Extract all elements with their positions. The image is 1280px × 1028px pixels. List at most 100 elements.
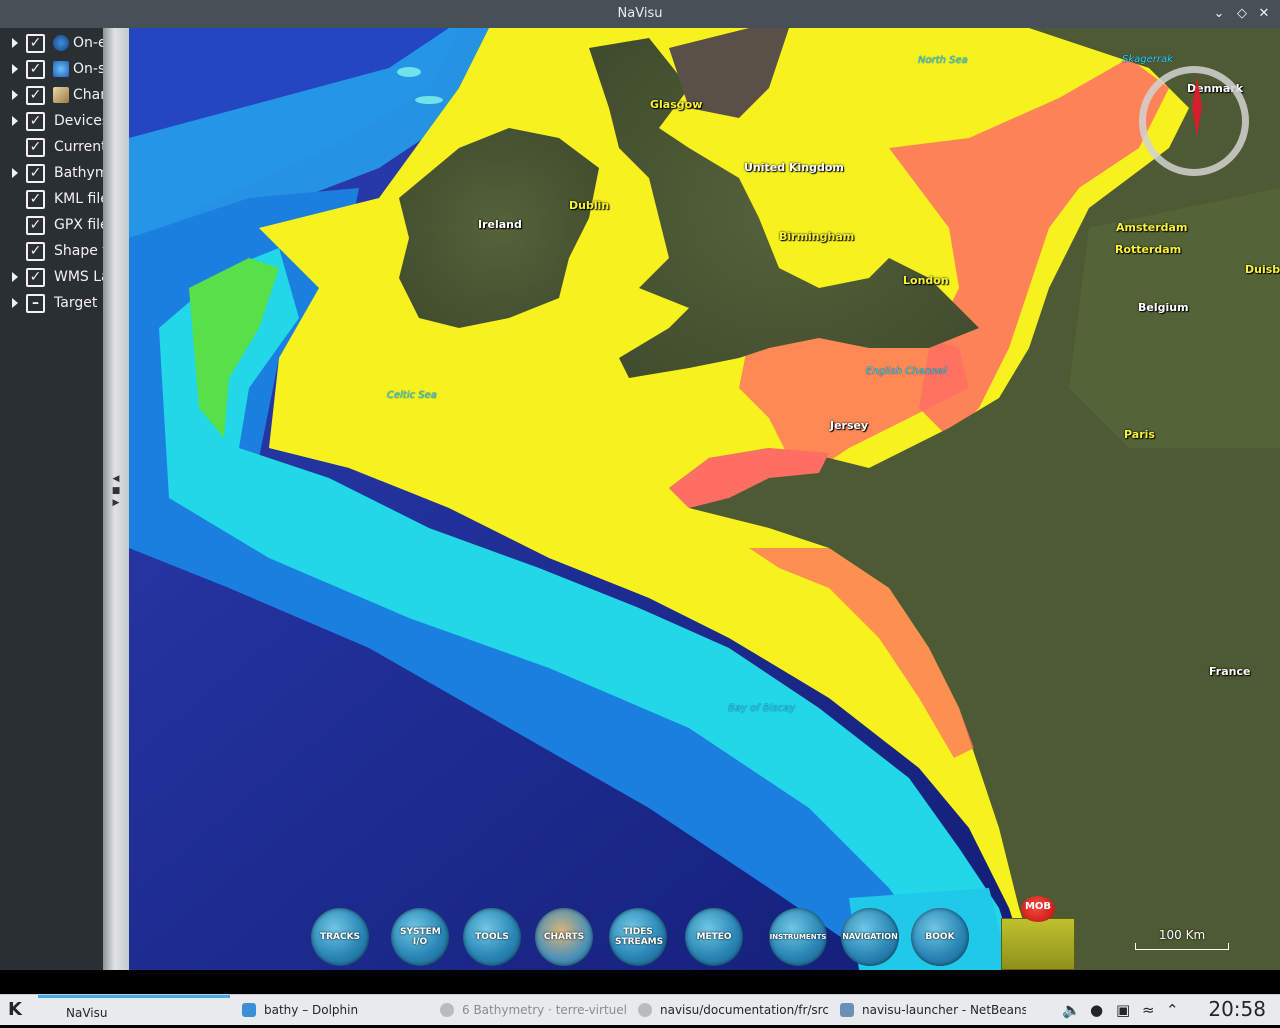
layer-row-charts[interactable]: ✓ Char xyxy=(0,82,103,108)
layer-checkbox[interactable]: ✓ xyxy=(26,138,45,157)
tides-streams-button[interactable]: TIDES STREAMS xyxy=(609,908,667,966)
earth-icon xyxy=(53,61,69,77)
panel-splitter[interactable]: ◀ ■ ▶ xyxy=(103,28,129,970)
task-label: navisu/documentation/fr/src/ xyxy=(660,1003,828,1017)
layer-checkbox[interactable]: ✓ xyxy=(26,242,45,261)
layer-checkbox[interactable]: ✓ xyxy=(26,190,45,209)
book-button[interactable]: BOOK xyxy=(911,908,969,966)
scale-bar-line xyxy=(1135,943,1229,950)
man-overboard-button[interactable]: MOB xyxy=(1001,894,1075,970)
system-io-label: SYSTEM I/O xyxy=(400,927,441,947)
meteo-label: METEO xyxy=(696,932,732,942)
layer-row-devices[interactable]: ✓ Devices xyxy=(0,108,103,134)
expand-arrow-icon[interactable] xyxy=(12,298,18,308)
layer-checkbox[interactable]: ✓ xyxy=(26,268,45,287)
tides-streams-label: TIDES STREAMS xyxy=(615,927,664,947)
layer-row-on-earth[interactable]: ✓ On-e xyxy=(0,30,103,56)
layer-row-on-sea[interactable]: ✓ On-s xyxy=(0,56,103,82)
expand-arrow-icon[interactable] xyxy=(12,64,18,74)
window-titlebar: NaVisu ⌄ ◇ ✕ xyxy=(0,0,1280,28)
splitter-grip-icon[interactable]: ◀ ■ ▶ xyxy=(107,473,125,523)
task-label: NaVisu xyxy=(66,1006,108,1020)
place-label-ireland: Ireland xyxy=(478,218,522,231)
layer-checkbox-partial[interactable]: – xyxy=(26,294,45,313)
system-tray: 🔈 ● ▣ ≈ ⌃ 20:58 xyxy=(1056,995,1280,1025)
layer-row-kml[interactable]: ✓ KML file xyxy=(0,186,103,212)
clipboard-icon[interactable]: ▣ xyxy=(1116,1001,1130,1019)
layer-label: Current xyxy=(54,139,103,155)
folder-icon xyxy=(242,1003,256,1017)
task-browser-bathymetry[interactable]: 6 Bathymetry · terre-virtuelle xyxy=(434,995,626,1025)
place-label-skagerrak: Skagerrak xyxy=(1122,54,1173,65)
minimize-icon[interactable]: ⌄ xyxy=(1210,5,1228,23)
update-icon[interactable]: ● xyxy=(1090,1001,1103,1019)
meteo-button[interactable]: METEO xyxy=(685,908,743,966)
layer-row-current[interactable]: ✓ Current xyxy=(0,134,103,160)
layer-label: Bathym xyxy=(54,165,103,181)
layer-checkbox[interactable]: ✓ xyxy=(26,112,45,131)
clock[interactable]: 20:58 xyxy=(1208,997,1266,1021)
place-label-amsterdam: Amsterdam xyxy=(1116,221,1188,234)
system-taskbar: K NaVisu bathy – Dolphin 6 Bathymetry · … xyxy=(0,994,1280,1025)
expand-arrow-icon[interactable] xyxy=(12,116,18,126)
layer-row-target[interactable]: – Target xyxy=(0,290,103,316)
layer-checkbox[interactable]: ✓ xyxy=(26,60,45,79)
place-label-birmingham: Birmingham xyxy=(779,230,855,243)
system-io-button[interactable]: SYSTEM I/O xyxy=(391,908,449,966)
instruments-label: INSTRUMENTS xyxy=(769,933,827,941)
layer-checkbox[interactable]: ✓ xyxy=(26,216,45,235)
place-label-belgium: Belgium xyxy=(1138,301,1189,314)
expand-arrow-icon[interactable] xyxy=(12,38,18,48)
layer-label: Target xyxy=(54,295,98,311)
scale-bar: 100 Km xyxy=(1135,928,1229,950)
window-bottom-border xyxy=(0,970,1280,994)
netbeans-icon xyxy=(840,1003,854,1017)
book-label: BOOK xyxy=(925,932,955,942)
layer-checkbox[interactable]: ✓ xyxy=(26,34,45,53)
place-label-celtic-sea: Celtic Sea xyxy=(387,390,437,401)
kde-launcher-icon[interactable]: K xyxy=(8,999,22,1020)
layer-label: On-e xyxy=(73,35,103,51)
layer-label: KML file xyxy=(54,191,103,207)
instruments-button[interactable]: INSTRUMENTS xyxy=(769,908,827,966)
layer-label: Shape f xyxy=(54,243,103,259)
task-navisu[interactable]: NaVisu xyxy=(38,995,230,1028)
globe-icon xyxy=(53,35,69,51)
wifi-icon[interactable]: ≈ xyxy=(1142,1001,1155,1019)
place-label-duisburg: Duisbu xyxy=(1245,263,1280,276)
layer-tree-panel: ✓ On-e ✓ On-s ✓ Char ✓ Devices ✓ Current… xyxy=(0,28,103,998)
place-label-glasgow: Glasgow xyxy=(650,98,703,111)
place-label-united-kingdom: United Kingdom xyxy=(744,161,844,174)
layer-checkbox[interactable]: ✓ xyxy=(26,164,45,183)
layer-row-shape[interactable]: ✓ Shape f xyxy=(0,238,103,264)
close-icon[interactable]: ✕ xyxy=(1255,5,1273,23)
maximize-icon[interactable]: ◇ xyxy=(1233,5,1251,23)
expand-arrow-icon[interactable] xyxy=(12,168,18,178)
globe-map-view[interactable]: North Sea Skagerrak Denmark Glasgow Unit… xyxy=(129,28,1280,970)
task-netbeans[interactable]: navisu-launcher - NetBeans I xyxy=(834,995,1026,1025)
volume-icon[interactable]: 🔈 xyxy=(1062,1001,1081,1019)
tracks-label: TRACKS xyxy=(319,932,361,942)
tracks-button[interactable]: TRACKS xyxy=(311,908,369,966)
layer-row-gpx[interactable]: ✓ GPX file xyxy=(0,212,103,238)
place-label-bay-of-biscay: Bay of Biscay xyxy=(728,703,796,714)
expand-arrow-icon[interactable] xyxy=(12,272,18,282)
task-label: bathy – Dolphin xyxy=(264,1003,359,1017)
mob-label: MOB xyxy=(1021,896,1055,922)
expand-arrow-icon[interactable] xyxy=(12,90,18,100)
layer-row-bathymetry[interactable]: ✓ Bathym xyxy=(0,160,103,186)
expand-tray-icon[interactable]: ⌃ xyxy=(1166,1001,1179,1019)
compass-rose-icon[interactable] xyxy=(1139,66,1249,176)
charts-button[interactable]: CHARTS xyxy=(535,908,593,966)
layer-row-wms[interactable]: ✓ WMS La xyxy=(0,264,103,290)
place-label-dublin: Dublin xyxy=(569,199,610,212)
application-launcher[interactable]: K xyxy=(0,995,34,1025)
task-dolphin[interactable]: bathy – Dolphin xyxy=(236,995,428,1025)
tools-button[interactable]: TOOLS xyxy=(463,908,521,966)
task-browser-navisu-docs[interactable]: navisu/documentation/fr/src/ xyxy=(632,995,828,1025)
navigation-button[interactable]: NAVIGATION xyxy=(841,908,899,966)
layer-label: GPX file xyxy=(54,217,103,233)
compass-needle-south-icon xyxy=(1192,107,1202,137)
browser-icon xyxy=(440,1003,454,1017)
layer-checkbox[interactable]: ✓ xyxy=(26,86,45,105)
